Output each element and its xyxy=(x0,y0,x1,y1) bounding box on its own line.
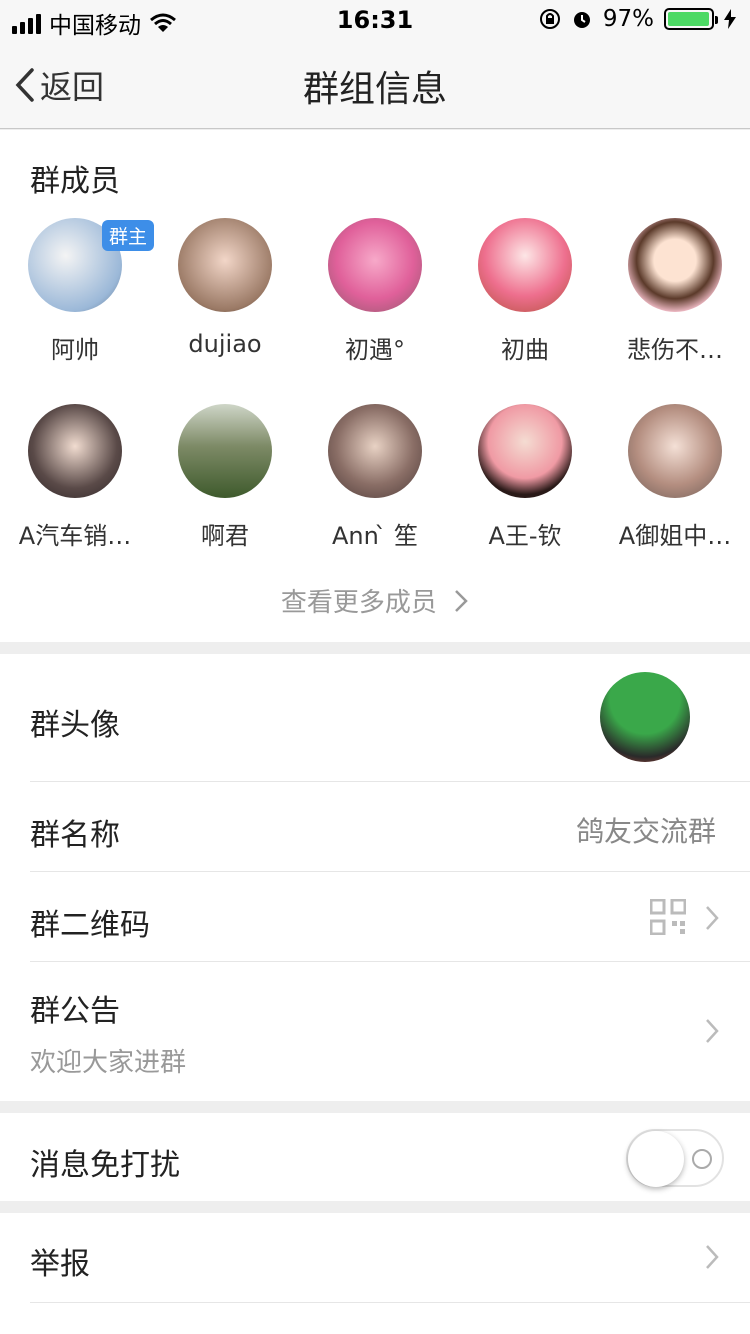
group-avatar-row[interactable]: 群头像 xyxy=(0,654,750,782)
group-name-value: 鸽友交流群 xyxy=(575,815,716,848)
avatar xyxy=(178,404,272,498)
avatar xyxy=(328,218,422,312)
member-name: 阿帅 xyxy=(51,336,99,364)
avatar xyxy=(328,404,422,498)
member-item[interactable]: 初遇° xyxy=(300,218,450,365)
group-name-row[interactable]: 群名称 鸽友交流群 xyxy=(0,782,750,872)
group-mute: 消息免打扰 xyxy=(0,1113,750,1201)
status-right: 97% xyxy=(539,6,736,32)
member-name: 啊君 xyxy=(201,522,249,550)
battery-fill xyxy=(668,12,709,26)
group-avatar-image xyxy=(600,672,690,762)
group-name-label: 群名称 xyxy=(30,818,120,853)
member-item[interactable]: A汽车销… xyxy=(0,404,150,551)
member-item[interactable]: A王-钦 xyxy=(450,404,600,551)
view-more-members-link[interactable]: 查看更多成员 xyxy=(0,582,750,619)
mute-toggle[interactable] xyxy=(626,1129,724,1187)
divider xyxy=(30,1302,750,1303)
avatar xyxy=(628,404,722,498)
group-settings: 群头像 群名称 鸽友交流群 群二维码 群公告 欢迎大家进群 xyxy=(0,654,750,1101)
member-item[interactable]: 初曲 xyxy=(450,218,600,365)
member-item[interactable]: 悲伤不… xyxy=(600,218,750,365)
chevron-right-icon xyxy=(706,906,719,930)
status-bar: 中国移动 16:31 97% xyxy=(0,0,750,40)
member-name: A汽车销… xyxy=(18,522,132,550)
nav-bar: 返回 群组信息 xyxy=(0,40,750,129)
group-avatar-label: 群头像 xyxy=(30,708,120,743)
member-name: 初曲 xyxy=(501,336,549,364)
avatar xyxy=(28,404,122,498)
group-qr-row[interactable]: 群二维码 xyxy=(0,872,750,962)
qr-code-icon xyxy=(650,899,686,935)
member-name: 悲伤不… xyxy=(627,336,723,364)
toggle-knob xyxy=(628,1131,684,1187)
member-item[interactable]: 群主 阿帅 xyxy=(0,218,154,365)
group-qr-label: 群二维码 xyxy=(30,908,150,943)
view-more-label: 查看更多成员 xyxy=(280,588,437,618)
avatar xyxy=(178,218,272,312)
member-item[interactable]: Ann ̀ 笙 xyxy=(300,404,450,551)
group-notice-label: 群公告 xyxy=(30,994,120,1029)
group-report: 举报 xyxy=(0,1213,750,1334)
members-title: 群成员 xyxy=(30,164,120,199)
members-section: 群成员 群主 阿帅 dujiao 初遇° 初曲 悲伤不… A汽车销… 啊君 An… xyxy=(0,130,750,642)
avatar xyxy=(478,218,572,312)
member-name: 初遇° xyxy=(345,336,405,364)
avatar xyxy=(478,404,572,498)
battery-percent: 97% xyxy=(602,6,654,32)
member-name: Ann ̀ 笙 xyxy=(331,522,419,550)
member-item[interactable]: A御姐中… xyxy=(600,404,750,551)
chevron-right-icon xyxy=(706,1019,719,1043)
charging-icon xyxy=(724,9,736,29)
mute-row: 消息免打扰 xyxy=(0,1113,750,1201)
group-notice-row[interactable]: 群公告 欢迎大家进群 xyxy=(0,962,750,1101)
member-item[interactable]: 啊君 xyxy=(150,404,300,551)
member-item[interactable]: dujiao xyxy=(150,218,300,358)
page-title: 群组信息 xyxy=(302,69,447,110)
member-name: A御姐中… xyxy=(618,522,732,550)
chevron-right-icon xyxy=(706,1245,719,1269)
member-name: dujiao xyxy=(188,330,262,358)
report-label: 举报 xyxy=(30,1247,90,1282)
mute-label: 消息免打扰 xyxy=(30,1148,180,1183)
owner-badge: 群主 xyxy=(101,220,154,251)
report-row[interactable]: 举报 xyxy=(0,1213,750,1303)
avatar xyxy=(628,218,722,312)
avatar: 群主 xyxy=(28,218,154,312)
battery-icon xyxy=(664,8,718,30)
alarm-icon xyxy=(573,12,590,28)
chevron-right-icon xyxy=(455,590,468,612)
member-name: A王-钦 xyxy=(488,522,562,550)
toggle-off-indicator xyxy=(692,1149,712,1169)
rotation-lock-icon xyxy=(539,9,560,29)
group-notice-text: 欢迎大家进群 xyxy=(30,1048,187,1078)
